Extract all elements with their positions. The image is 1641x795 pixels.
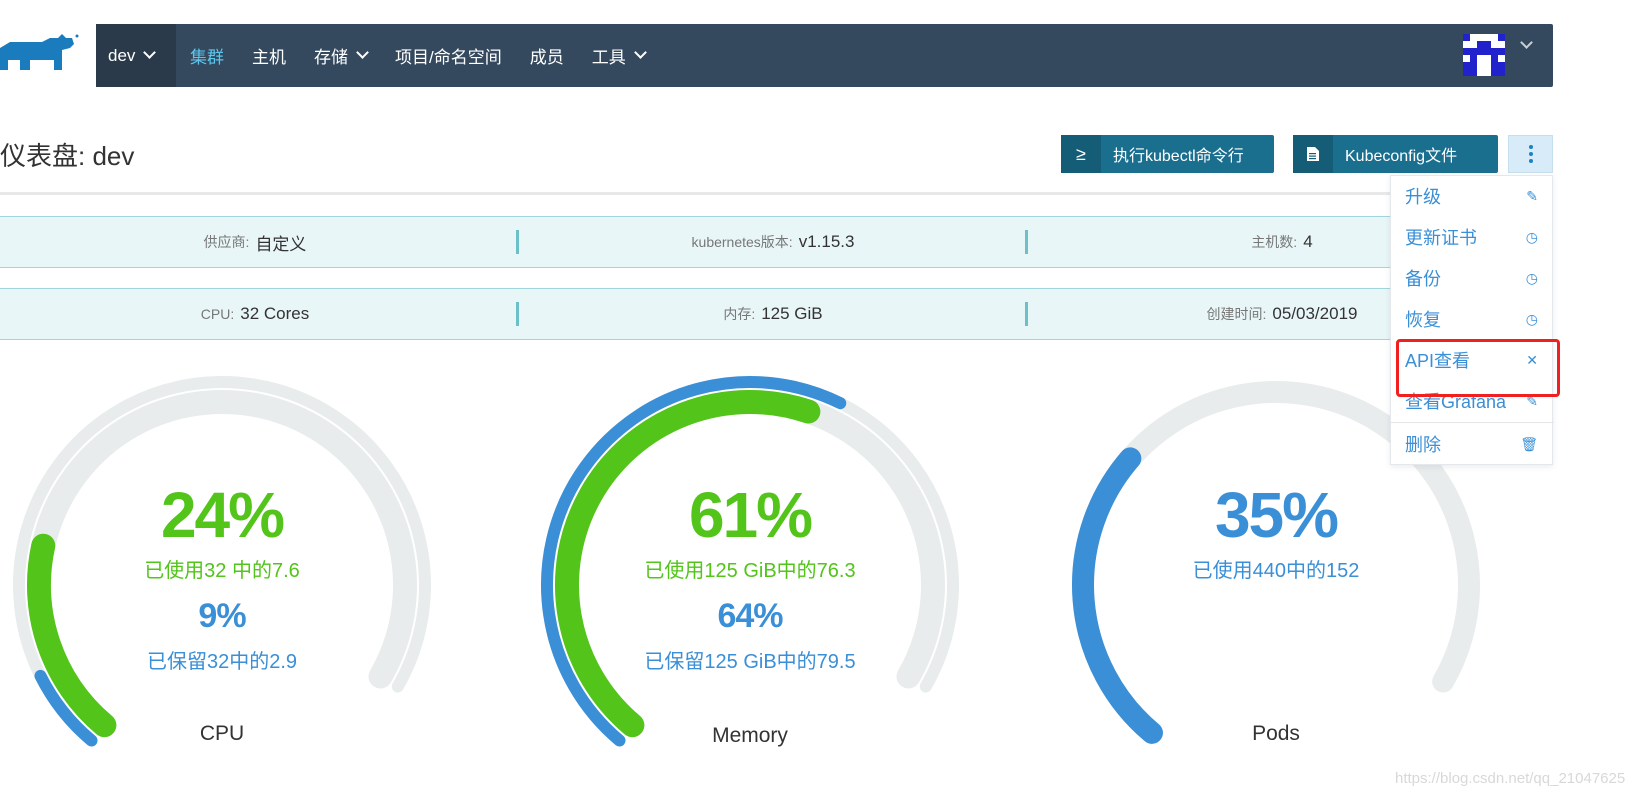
memory-used-percent: 61% [688, 479, 813, 551]
memory-reserved-text: 已保留125 GiB中的79.5 [644, 651, 856, 673]
api-view-highlight-box [1396, 339, 1560, 397]
menu-item-delete[interactable]: 删除 🗑 [1391, 424, 1554, 464]
menu-item-rotate-certs[interactable]: 更新证书 ◷ [1391, 217, 1554, 257]
cpu-used-text: 已使用32 中的7.6 [144, 560, 300, 582]
trash-icon: 🗑 [1520, 435, 1538, 452]
watermark: https://blog.csdn.net/qq_21047625 [1395, 770, 1626, 787]
cpu-reserved-text: 已保留32中的2.9 [146, 651, 298, 673]
cpu-gauge-label: CPU [199, 722, 245, 745]
menu-item-backup[interactable]: 备份 ◷ [1391, 258, 1554, 298]
menu-item-label: 更新证书 [1405, 228, 1477, 248]
pods-gauge-label: Pods [1252, 722, 1300, 745]
pencil-icon: ✎ [1526, 187, 1538, 204]
menu-item-label: 删除 [1405, 435, 1441, 455]
cpu-used-percent: 24% [160, 479, 285, 551]
menu-item-label: 备份 [1405, 269, 1441, 289]
cpu-reserved-percent: 9% [198, 597, 246, 635]
menu-item-label: 恢复 [1405, 310, 1441, 330]
history-icon: ◷ [1525, 310, 1538, 327]
menu-divider [1391, 422, 1554, 423]
menu-item-label: 升级 [1405, 187, 1441, 207]
memory-gauge-label: Memory [712, 724, 788, 747]
memory-used-text: 已使用125 GiB中的76.3 [644, 560, 856, 582]
cluster-actions-menu: 升级 ✎ 更新证书 ◷ 备份 ◷ 恢复 ◷ API查看 ✕ 查看Grafana ✎ 删除 🗑 [1390, 175, 1554, 465]
memory-reserved-percent: 64% [717, 597, 783, 635]
history-icon: ◷ [1525, 269, 1538, 286]
menu-item-restore[interactable]: 恢复 ◷ [1391, 299, 1554, 339]
menu-item-upgrade[interactable]: 升级 ✎ [1391, 176, 1554, 216]
history-icon: ◷ [1525, 228, 1538, 245]
pods-used-percent: 35% [1214, 479, 1339, 551]
pods-used-arc [1072, 447, 1163, 744]
pods-used-text: 已使用440中的152 [1192, 560, 1360, 582]
